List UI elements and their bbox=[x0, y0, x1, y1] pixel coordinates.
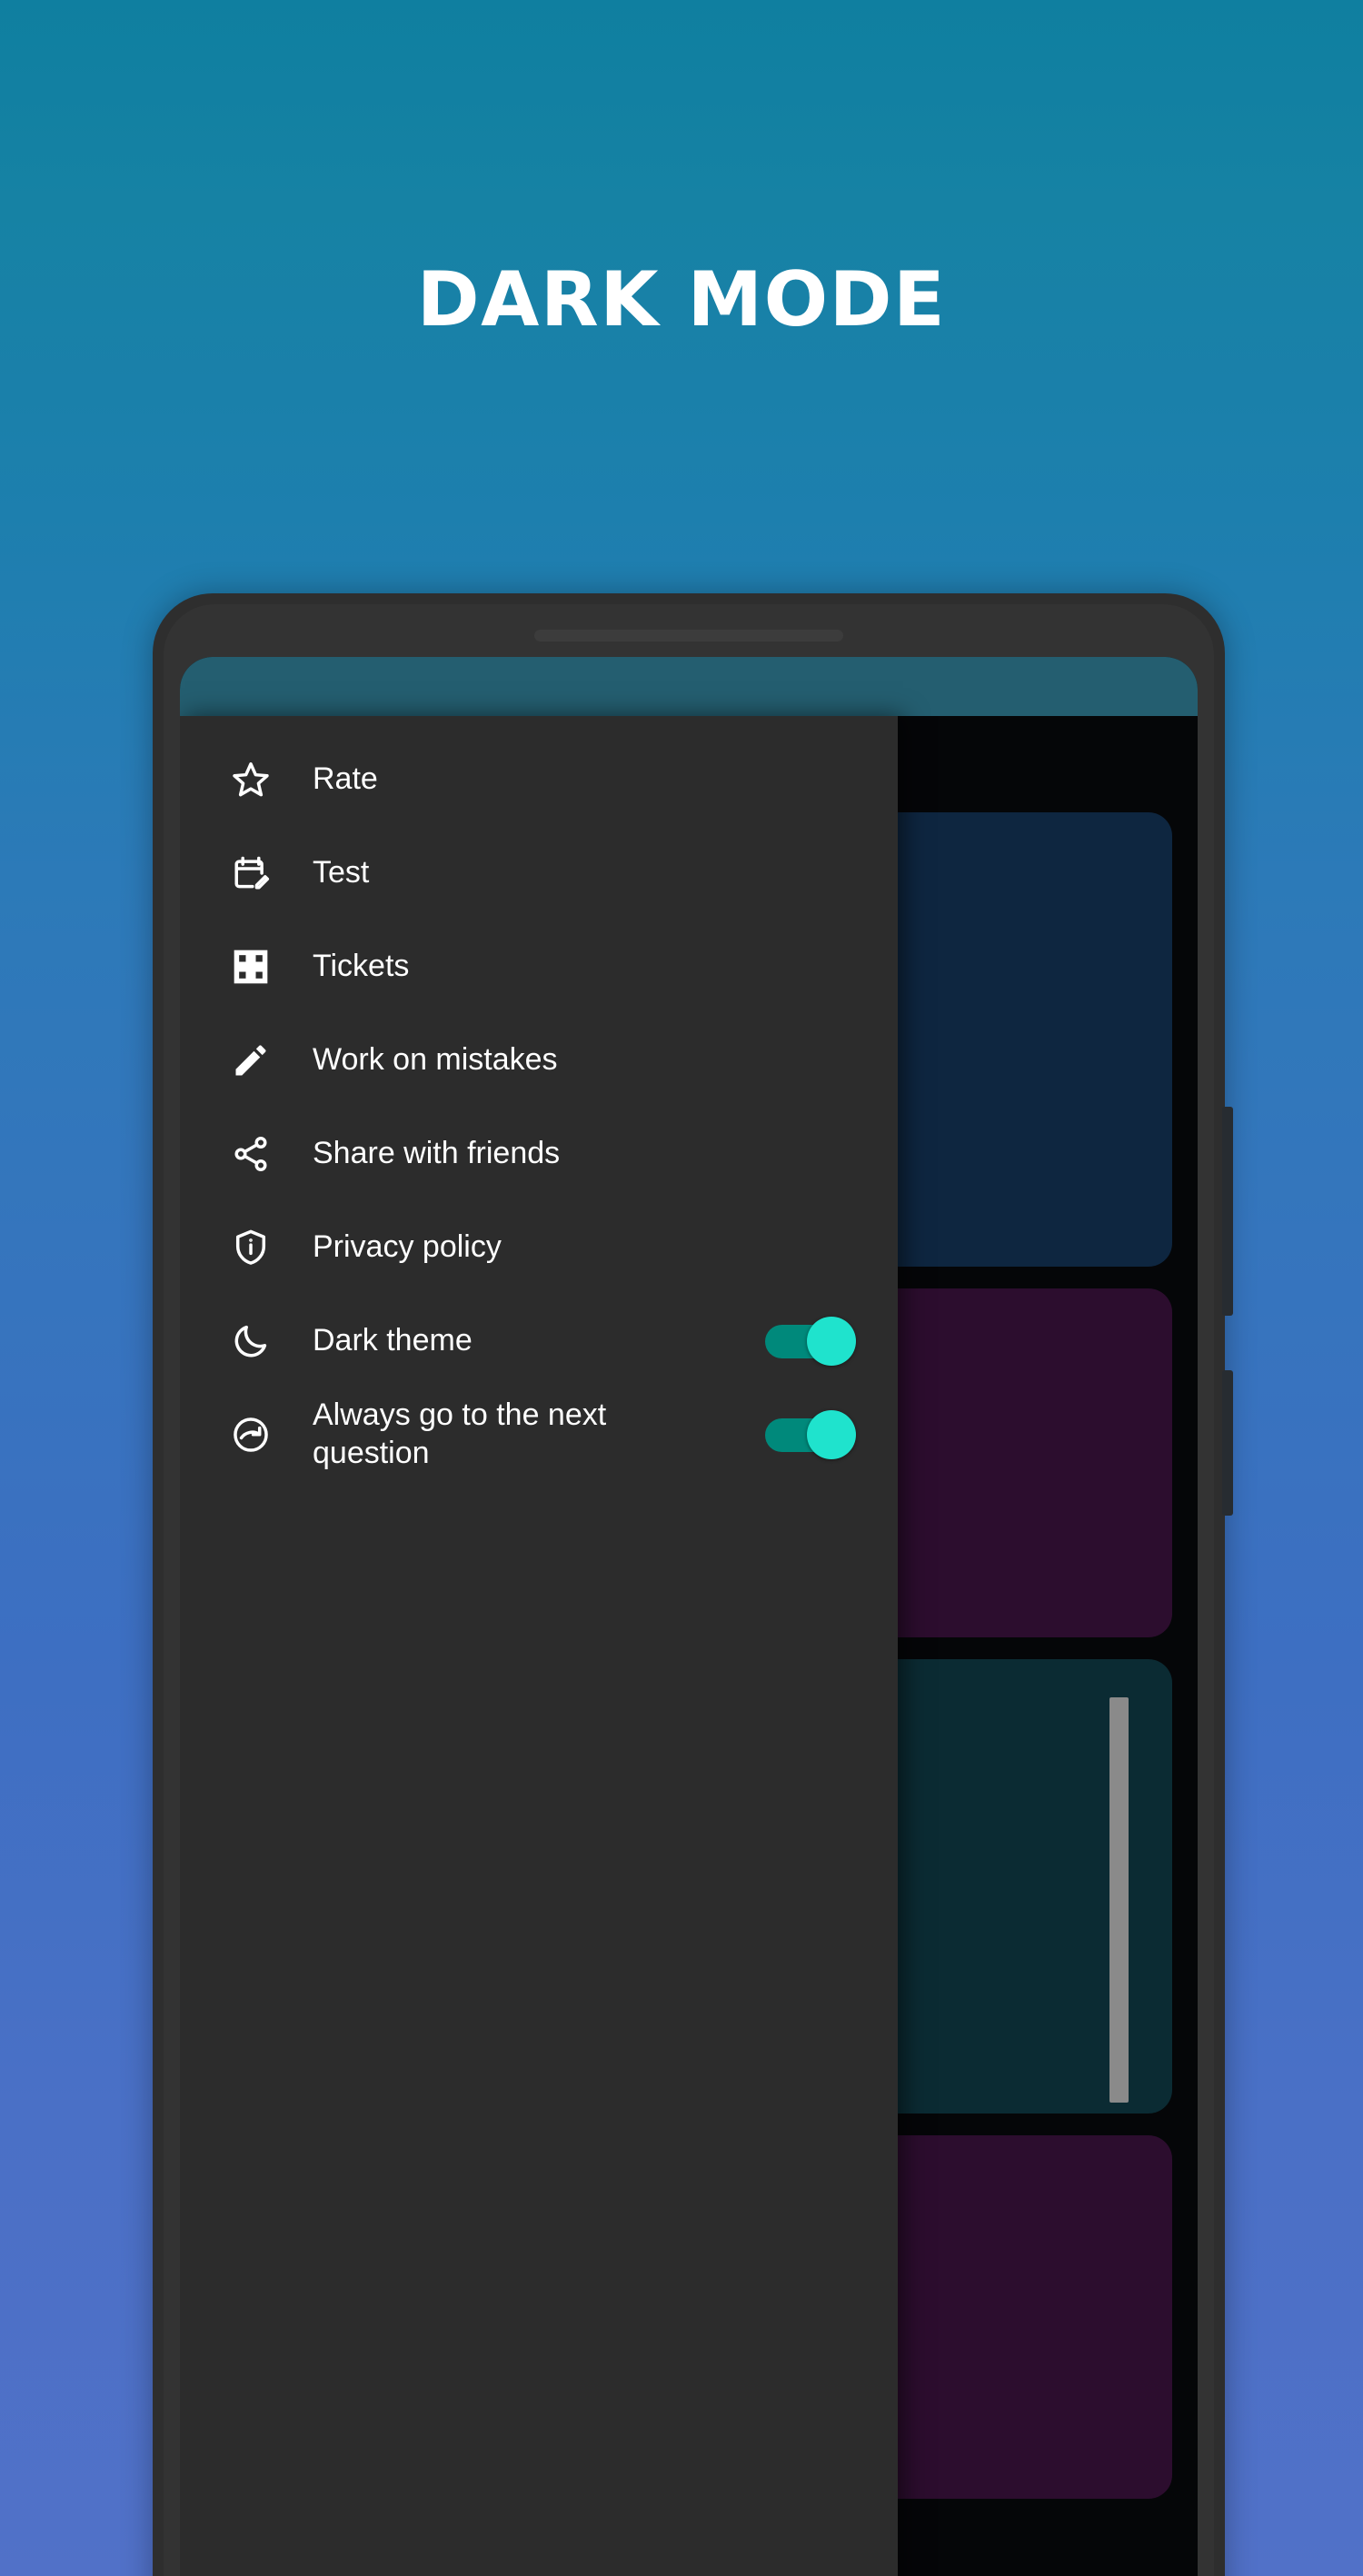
star-icon bbox=[231, 760, 271, 800]
grid-icon bbox=[231, 947, 271, 987]
drawer-item-label: Dark theme bbox=[313, 1322, 473, 1358]
toggle-thumb bbox=[807, 1409, 856, 1459]
drawer-item-label: Test bbox=[313, 854, 370, 890]
drawer-item-share[interactable]: Share with friends bbox=[180, 1107, 898, 1200]
drawer-item-dark-theme[interactable]: Dark theme bbox=[180, 1294, 898, 1387]
drawer-item-label: Work on mistakes bbox=[313, 1041, 558, 1077]
drawer-item-label: Share with friends bbox=[313, 1135, 561, 1170]
shield-info-icon bbox=[231, 1228, 271, 1268]
drawer-item-work-on-mistakes[interactable]: Work on mistakes bbox=[180, 1013, 898, 1107]
phone-screen: TIONS TICIPATE 100.0% - No ads - New tic… bbox=[180, 657, 1198, 2576]
drawer-item-test[interactable]: Test bbox=[180, 826, 898, 920]
drawer-item-privacy-policy[interactable]: Privacy policy bbox=[180, 1200, 898, 1294]
always-next-question-toggle[interactable] bbox=[765, 1409, 856, 1459]
progress-scrollbar[interactable] bbox=[1109, 1697, 1129, 2103]
page-title: DARK MODE bbox=[416, 255, 947, 343]
phone-speaker bbox=[534, 630, 843, 642]
phone-mockup: TIONS TICIPATE 100.0% - No ads - New tic… bbox=[153, 593, 1233, 2576]
drawer-item-tickets[interactable]: Tickets bbox=[180, 920, 898, 1013]
navigation-drawer: Rate Test Tickets Work on mistakes Share… bbox=[180, 716, 898, 2576]
moon-icon bbox=[231, 1321, 271, 1361]
drawer-item-rate[interactable]: Rate bbox=[180, 732, 898, 826]
toggle-thumb bbox=[807, 1316, 856, 1366]
share-icon bbox=[231, 1134, 271, 1174]
drawer-item-label: Privacy policy bbox=[313, 1228, 502, 1264]
drawer-item-always-next-question[interactable]: Always go to the next question bbox=[180, 1387, 898, 1481]
phone-power-button[interactable] bbox=[1222, 1370, 1233, 1516]
drawer-item-label: Rate bbox=[313, 761, 378, 796]
next-arrow-icon bbox=[231, 1415, 271, 1455]
phone-volume-button[interactable] bbox=[1222, 1107, 1233, 1316]
promo-screenshot: DARK MODE TIONS TICIPATE 100.0% bbox=[0, 0, 1363, 2576]
dark-theme-toggle[interactable] bbox=[765, 1316, 856, 1366]
pencil-icon bbox=[231, 1040, 271, 1080]
calendar-edit-icon bbox=[231, 853, 271, 893]
drawer-item-label: Tickets bbox=[313, 948, 410, 983]
status-bar bbox=[180, 657, 1198, 716]
drawer-item-label: Always go to the next question bbox=[313, 1397, 607, 1470]
